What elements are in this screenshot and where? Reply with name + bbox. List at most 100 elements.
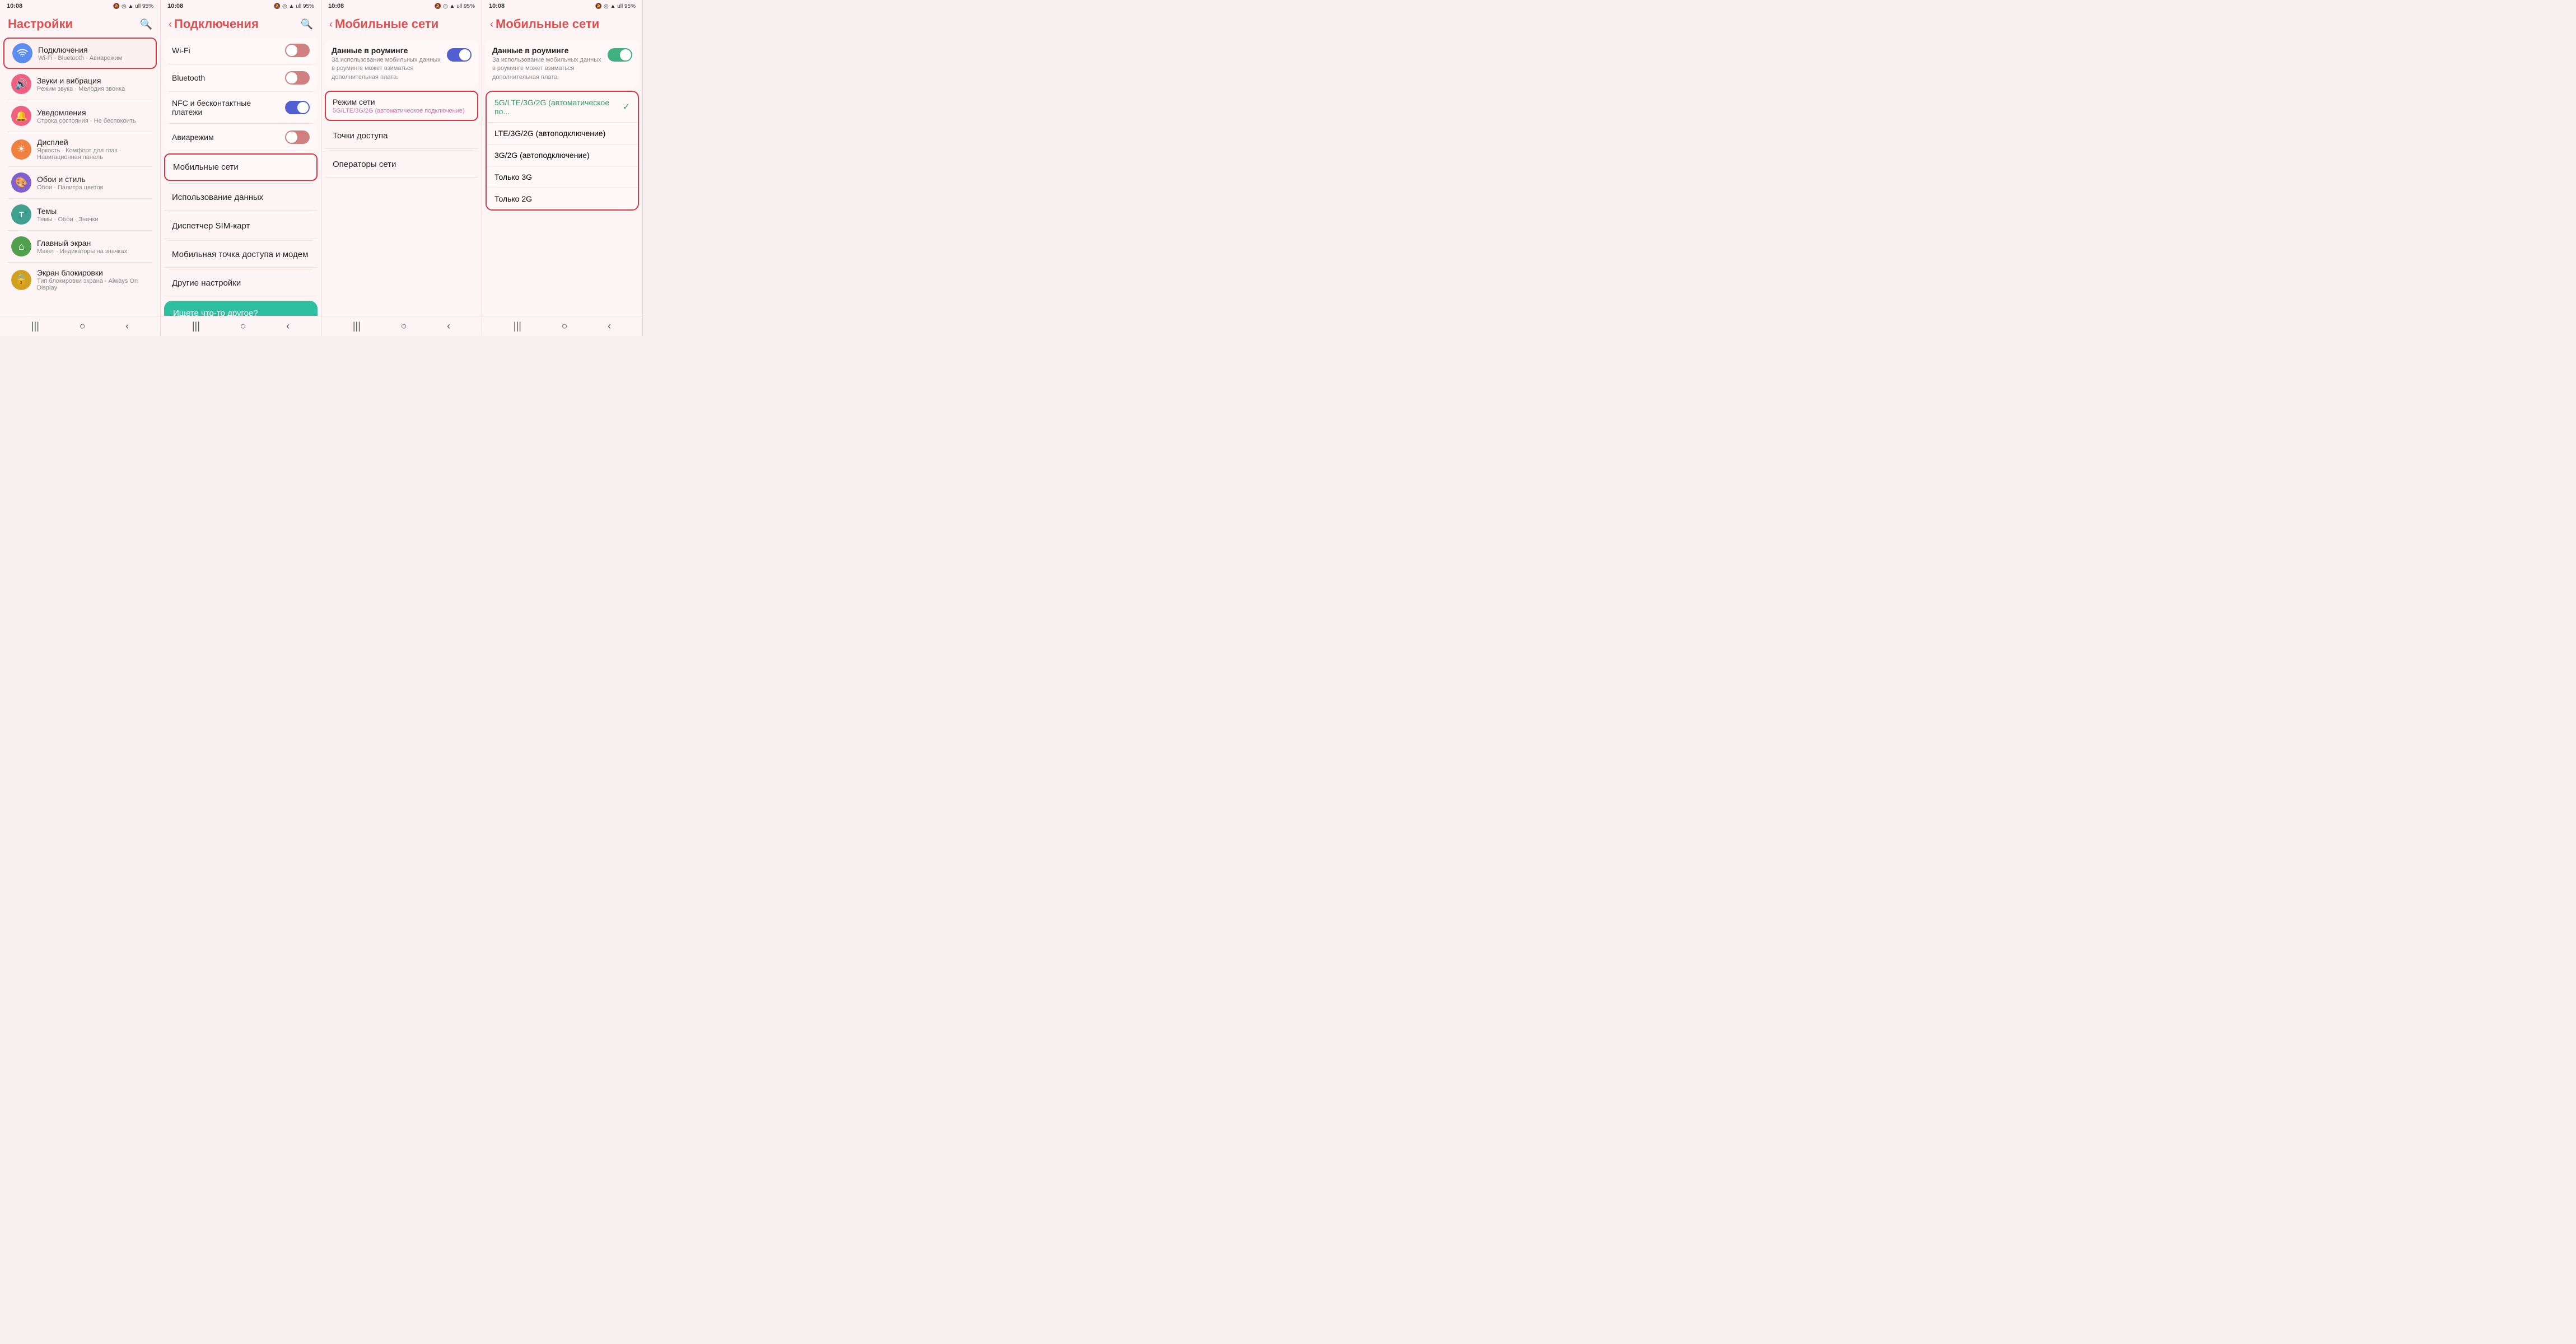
- nav-back-btn-4[interactable]: ‹: [608, 320, 611, 332]
- time-3: 10:08: [328, 3, 344, 10]
- sounds-subtitle: Режим звука · Мелодия звонка: [37, 86, 149, 92]
- notifications-title: Уведомления: [37, 108, 149, 117]
- bluetooth-toggle-item[interactable]: Bluetooth: [164, 66, 318, 90]
- themes-icon: T: [11, 204, 31, 225]
- airplane-label: Авиарежим: [172, 133, 279, 142]
- back-arrow-3[interactable]: ‹: [329, 18, 333, 30]
- header-network-dropdown: ‹ Мобильные сети: [482, 12, 642, 35]
- bottom-nav-4: ||| ○ ‹: [482, 316, 642, 336]
- divider: [169, 240, 313, 241]
- network-operators-item[interactable]: Операторы сети: [325, 152, 478, 178]
- page-title-network-dropdown: Мобильные сети: [496, 17, 599, 31]
- mobile-networks-label: Мобильные сети: [173, 162, 309, 172]
- roaming-card: Данные в роуминге За использование мобил…: [325, 40, 478, 87]
- display-icon: ☀: [11, 139, 31, 160]
- settings-item-lockscreen[interactable]: 🔒 Экран блокировки Тип блокировки экрана…: [3, 264, 157, 296]
- search-icon[interactable]: 🔍: [140, 18, 152, 30]
- access-points-label: Точки доступа: [333, 131, 470, 141]
- divider: [8, 230, 152, 231]
- bottom-nav-2: ||| ○ ‹: [161, 316, 321, 336]
- dropdown-option-5g[interactable]: 5G/LTE/3G/2G (автоматическое по... ✓: [487, 92, 638, 123]
- wifi-toggle[interactable]: [285, 44, 310, 57]
- divider: [169, 123, 313, 124]
- status-icons-1: 🔕 ◎ ▲ ull 95%: [113, 3, 153, 10]
- nav-back-btn-2[interactable]: ‹: [286, 320, 290, 332]
- panel-mobile-networks: 10:08 🔕 ◎ ▲ ull 95% ‹ Мобильные сети Дан…: [321, 0, 482, 336]
- themes-title: Темы: [37, 207, 149, 216]
- suggestion-question: Ищете что-то другое?: [173, 309, 309, 316]
- nav-home-btn-4[interactable]: ○: [562, 320, 568, 332]
- nav-home-btn-2[interactable]: ○: [240, 320, 246, 332]
- network-mode-title: Режим сети: [333, 97, 470, 106]
- dropdown-option-lte-label: LTE/3G/2G (автоподключение): [494, 129, 605, 138]
- nav-menu-btn[interactable]: |||: [31, 320, 39, 332]
- connections-title: Подключения: [38, 45, 148, 54]
- settings-item-display[interactable]: ☀ Дисплей Яркость · Комфорт для глаз · Н…: [3, 133, 157, 165]
- settings-item-wallpaper[interactable]: 🎨 Обои и стиль Обои · Палитра цветов: [3, 168, 157, 197]
- header-connections: ‹ Подключения 🔍: [161, 12, 321, 35]
- airplane-toggle-item[interactable]: Авиарежим: [164, 125, 318, 150]
- dropdown-option-only2g[interactable]: Только 2G: [487, 188, 638, 209]
- back-arrow-4[interactable]: ‹: [490, 18, 493, 30]
- nav-menu-btn-2[interactable]: |||: [192, 320, 200, 332]
- nav-home-btn-3[interactable]: ○: [401, 320, 407, 332]
- roaming-toggle-4[interactable]: [608, 48, 632, 62]
- status-bar-4: 10:08 🔕 ◎ ▲ ull 95%: [482, 0, 642, 12]
- themes-subtitle: Темы · Обои · Значки: [37, 216, 149, 223]
- home-subtitle: Макет · Индикаторы на значках: [37, 248, 149, 255]
- dropdown-option-only3g[interactable]: Только 3G: [487, 166, 638, 188]
- other-settings-item[interactable]: Другие настройки: [164, 270, 318, 296]
- bluetooth-toggle[interactable]: [285, 71, 310, 85]
- nav-menu-btn-3[interactable]: |||: [353, 320, 361, 332]
- access-points-item[interactable]: Точки доступа: [325, 123, 478, 149]
- status-bar-1: 10:08 🔕 ◎ ▲ ull 95%: [0, 0, 160, 12]
- sim-manager-item[interactable]: Диспетчер SIM-карт: [164, 213, 318, 239]
- nfc-toggle-item[interactable]: NFC и бесконтактные платежи: [164, 93, 318, 122]
- status-bar-2: 10:08 🔕 ◎ ▲ ull 95%: [161, 0, 321, 12]
- roaming-toggle[interactable]: [447, 48, 472, 62]
- check-icon: ✓: [623, 101, 630, 113]
- back-arrow[interactable]: ‹: [169, 18, 172, 30]
- lockscreen-subtitle: Тип блокировки экрана · Always On Displa…: [37, 278, 149, 291]
- wifi-label: Wi-Fi: [172, 46, 279, 55]
- dropdown-option-only3g-label: Только 3G: [494, 172, 532, 181]
- airplane-toggle[interactable]: [285, 130, 310, 144]
- wifi-toggle-item[interactable]: Wi-Fi: [164, 38, 318, 63]
- home-icon: ⌂: [11, 236, 31, 256]
- page-title-settings: Настройки: [8, 17, 73, 31]
- hotspot-label: Мобильная точка доступа и модем: [172, 250, 310, 259]
- panel-connections: 10:08 🔕 ◎ ▲ ull 95% ‹ Подключения 🔍 Wi-F…: [161, 0, 321, 336]
- sim-manager-label: Диспетчер SIM-карт: [172, 221, 310, 231]
- mobile-networks-item[interactable]: Мобильные сети: [164, 153, 318, 181]
- divider: [169, 91, 313, 92]
- nav-home-btn[interactable]: ○: [80, 320, 86, 332]
- network-mode-value: 5G/LTE/3G/2G (автоматическое подключение…: [333, 108, 470, 114]
- sounds-title: Звуки и вибрация: [37, 76, 149, 85]
- suggestion-box[interactable]: Ищете что-то другое? Samsung Cloud: [164, 301, 318, 316]
- network-mode-dropdown-card[interactable]: 5G/LTE/3G/2G (автоматическое по... ✓ LTE…: [486, 91, 639, 211]
- settings-item-notifications[interactable]: 🔔 Уведомления Строка состояния · Не бесп…: [3, 101, 157, 130]
- settings-item-themes[interactable]: T Темы Темы · Обои · Значки: [3, 200, 157, 229]
- lockscreen-icon: 🔒: [11, 270, 31, 290]
- hotspot-item[interactable]: Мобильная точка доступа и модем: [164, 242, 318, 268]
- network-mode-card[interactable]: Режим сети 5G/LTE/3G/2G (автоматическое …: [325, 91, 478, 121]
- nfc-toggle[interactable]: [285, 101, 310, 114]
- header-mobile-networks: ‹ Мобильные сети: [321, 12, 482, 35]
- bluetooth-label: Bluetooth: [172, 73, 279, 82]
- divider: [169, 183, 313, 184]
- home-title: Главный экран: [37, 239, 149, 248]
- dropdown-option-3g2g[interactable]: 3G/2G (автоподключение): [487, 144, 638, 166]
- settings-item-connections[interactable]: Подключения Wi-Fi · Bluetooth · Авиарежи…: [3, 38, 157, 69]
- display-title: Дисплей: [37, 138, 149, 147]
- nav-menu-btn-4[interactable]: |||: [514, 320, 521, 332]
- settings-item-home[interactable]: ⌂ Главный экран Макет · Индикаторы на зн…: [3, 232, 157, 261]
- nav-back-btn-3[interactable]: ‹: [447, 320, 450, 332]
- nav-back-btn[interactable]: ‹: [125, 320, 129, 332]
- search-icon-2[interactable]: 🔍: [301, 18, 313, 30]
- settings-item-sounds[interactable]: 🔊 Звуки и вибрация Режим звука · Мелодия…: [3, 69, 157, 99]
- data-usage-item[interactable]: Использование данных: [164, 185, 318, 211]
- divider: [8, 166, 152, 167]
- time-1: 10:08: [7, 3, 22, 10]
- dropdown-option-3g2g-label: 3G/2G (автоподключение): [494, 151, 590, 160]
- dropdown-option-lte[interactable]: LTE/3G/2G (автоподключение): [487, 123, 638, 144]
